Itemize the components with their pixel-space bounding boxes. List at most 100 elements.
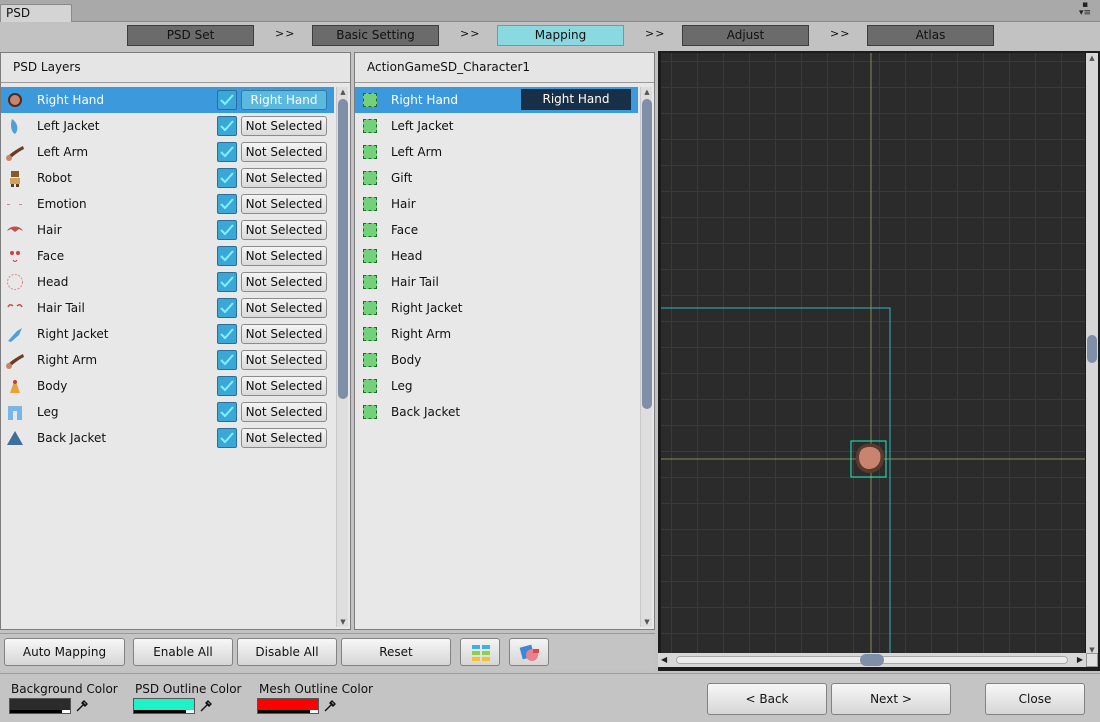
eyedropper-icon[interactable] xyxy=(74,698,90,714)
layer-mapping-select[interactable]: Not Selected xyxy=(241,324,327,344)
mesh-list-scrollbar[interactable]: ▲ ▼ xyxy=(640,87,652,627)
mesh-row[interactable]: Hair Tail xyxy=(355,269,638,295)
scroll-right-icon[interactable]: ▶ xyxy=(1077,653,1083,667)
psd-layer-row[interactable]: Leg Not Selected xyxy=(1,399,334,425)
layer-mapping-select[interactable]: Not Selected xyxy=(241,194,327,214)
psd-layer-name: Emotion xyxy=(37,197,87,211)
mesh-row[interactable]: Hair xyxy=(355,191,638,217)
close-button[interactable]: Close xyxy=(985,683,1085,715)
mesh-row[interactable]: Right Jacket xyxy=(355,295,638,321)
step-adjust[interactable]: Adjust xyxy=(682,25,809,46)
layer-mapping-select[interactable]: Not Selected xyxy=(241,246,327,266)
psd-layer-row[interactable]: Emotion Not Selected xyxy=(1,191,334,217)
psd-list-scrollbar[interactable]: ▲ ▼ xyxy=(336,87,348,627)
psd-layer-row[interactable]: Right Hand Right Hand xyxy=(1,87,334,113)
layer-enabled-checkbox[interactable] xyxy=(217,246,237,266)
layer-mapping-select[interactable]: Not Selected xyxy=(241,428,327,448)
step-basic-setting[interactable]: Basic Setting xyxy=(312,25,439,46)
layer-mapping-select[interactable]: Not Selected xyxy=(241,272,327,292)
mesh-row[interactable]: Right Arm xyxy=(355,321,638,347)
window-menu-icon[interactable]: ▪ ▾≡ xyxy=(1078,1,1092,18)
scroll-down-icon[interactable]: ▼ xyxy=(641,617,653,627)
mesh-icon xyxy=(363,327,377,341)
enable-all-button[interactable]: Enable All xyxy=(133,638,233,666)
psd-layer-row[interactable]: Back Jacket Not Selected xyxy=(1,425,334,451)
psd-layer-row[interactable]: Left Arm Not Selected xyxy=(1,139,334,165)
mesh-icon xyxy=(363,93,377,107)
mesh-row[interactable]: Back Jacket xyxy=(355,399,638,425)
mapped-layer-label[interactable]: Right Hand xyxy=(521,89,631,110)
layer-mapping-select[interactable]: Not Selected xyxy=(241,402,327,422)
character-view-button[interactable] xyxy=(509,638,549,666)
layer-enabled-checkbox[interactable] xyxy=(217,350,237,370)
step-atlas[interactable]: Atlas xyxy=(867,25,994,46)
disable-all-button[interactable]: Disable All xyxy=(237,638,337,666)
psd-layer-row[interactable]: Head Not Selected xyxy=(1,269,334,295)
eyedropper-icon[interactable] xyxy=(198,698,214,714)
layer-mapping-select[interactable]: Not Selected xyxy=(241,168,327,188)
layer-enabled-checkbox[interactable] xyxy=(217,116,237,136)
scroll-up-icon[interactable]: ▲ xyxy=(641,87,653,97)
psd-layer-row[interactable]: Right Arm Not Selected xyxy=(1,347,334,373)
scrollbar-thumb[interactable] xyxy=(860,654,884,666)
psd-layer-row[interactable]: Hair Tail Not Selected xyxy=(1,295,334,321)
preview-canvas[interactable] xyxy=(661,53,1085,655)
psd-layer-row[interactable]: Left Jacket Not Selected xyxy=(1,113,334,139)
step-psd-set[interactable]: PSD Set xyxy=(127,25,254,46)
scrollbar-thumb[interactable] xyxy=(1087,335,1097,363)
layer-enabled-checkbox[interactable] xyxy=(217,402,237,422)
scroll-down-icon[interactable]: ▼ xyxy=(337,617,349,627)
layer-enabled-checkbox[interactable] xyxy=(217,428,237,448)
layer-enabled-checkbox[interactable] xyxy=(217,142,237,162)
layer-mapping-select[interactable]: Not Selected xyxy=(241,350,327,370)
layer-mapping-select[interactable]: Not Selected xyxy=(241,142,327,162)
layer-enabled-checkbox[interactable] xyxy=(217,376,237,396)
next-button[interactable]: Next > xyxy=(831,683,951,715)
eyedropper-icon[interactable] xyxy=(322,698,338,714)
layer-enabled-checkbox[interactable] xyxy=(217,220,237,240)
layer-enabled-checkbox[interactable] xyxy=(217,272,237,292)
mesh-row[interactable]: Face xyxy=(355,217,638,243)
psd-layer-row[interactable]: Hair Not Selected xyxy=(1,217,334,243)
psd-outline-color-swatch[interactable] xyxy=(133,698,195,714)
canvas-horizontal-scrollbar[interactable]: ◀ ▶ xyxy=(658,653,1086,667)
grid-view-button[interactable] xyxy=(460,638,500,666)
layer-mapping-select[interactable]: Not Selected xyxy=(241,298,327,318)
scroll-up-icon[interactable]: ▲ xyxy=(1086,53,1098,63)
scroll-left-icon[interactable]: ◀ xyxy=(661,653,667,667)
mesh-row[interactable]: Head xyxy=(355,243,638,269)
layer-enabled-checkbox[interactable] xyxy=(217,194,237,214)
mesh-row[interactable]: Right Hand Right Hand xyxy=(355,87,638,113)
mesh-icon xyxy=(363,379,377,393)
layer-mapping-select[interactable]: Not Selected xyxy=(241,376,327,396)
mesh-row[interactable]: Body xyxy=(355,347,638,373)
back-button[interactable]: < Back xyxy=(707,683,827,715)
layer-enabled-checkbox[interactable] xyxy=(217,324,237,344)
mesh-row[interactable]: Leg xyxy=(355,373,638,399)
background-color-swatch[interactable] xyxy=(9,698,71,714)
layer-mapping-select[interactable]: Right Hand xyxy=(241,90,327,110)
layer-enabled-checkbox[interactable] xyxy=(217,90,237,110)
psd-layer-row[interactable]: Face Not Selected xyxy=(1,243,334,269)
psd-layer-name: Back Jacket xyxy=(37,431,107,445)
layer-mapping-select[interactable]: Not Selected xyxy=(241,220,327,240)
mesh-row[interactable]: Left Arm xyxy=(355,139,638,165)
layer-enabled-checkbox[interactable] xyxy=(217,168,237,188)
scroll-up-icon[interactable]: ▲ xyxy=(337,87,349,97)
psd-layer-row[interactable]: Right Jacket Not Selected xyxy=(1,321,334,347)
mesh-outline-color-swatch[interactable] xyxy=(257,698,319,714)
mesh-row[interactable]: Left Jacket xyxy=(355,113,638,139)
auto-mapping-button[interactable]: Auto Mapping xyxy=(4,638,125,666)
window-tab[interactable]: PSD Reload xyxy=(0,4,72,37)
psd-layer-row[interactable]: Robot Not Selected xyxy=(1,165,334,191)
layer-mapping-select[interactable]: Not Selected xyxy=(241,116,327,136)
scrollbar-thumb[interactable] xyxy=(642,99,652,409)
mesh-row[interactable]: Gift xyxy=(355,165,638,191)
scrollbar-thumb[interactable] xyxy=(338,99,348,399)
step-mapping[interactable]: Mapping xyxy=(497,25,624,46)
psd-layer-name: Hair Tail xyxy=(37,301,85,315)
reset-button[interactable]: Reset xyxy=(341,638,451,666)
canvas-vertical-scrollbar[interactable]: ▲ ▼ xyxy=(1086,53,1098,655)
layer-enabled-checkbox[interactable] xyxy=(217,298,237,318)
psd-layer-row[interactable]: Body Not Selected xyxy=(1,373,334,399)
